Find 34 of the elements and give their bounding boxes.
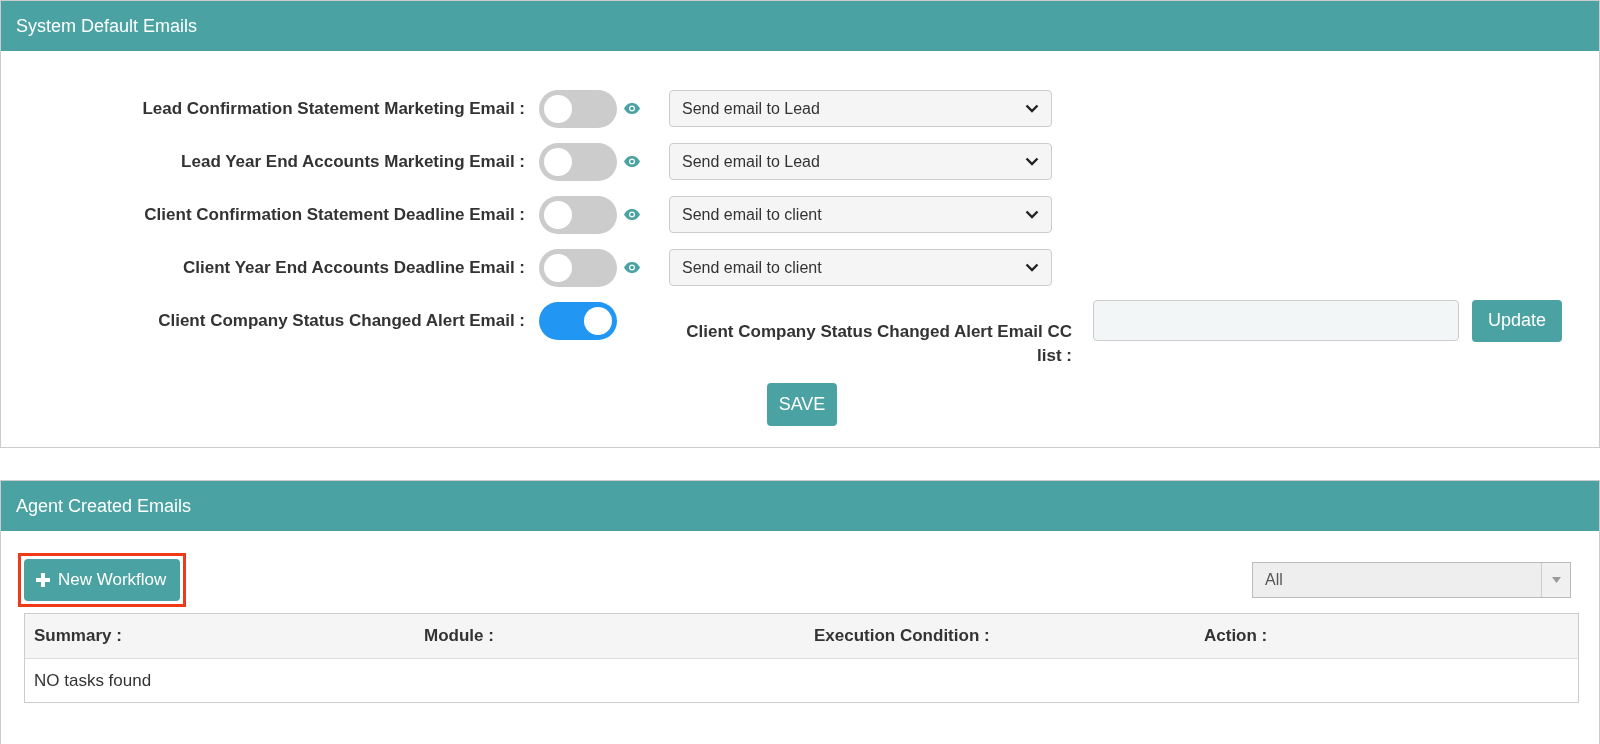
chevron-down-icon: [1025, 210, 1039, 219]
setting-label: Client Confirmation Statement Deadline Email :: [143, 204, 525, 225]
panel-header: System Default Emails: [1, 1, 1599, 51]
column-header: Execution Condition :: [813, 626, 991, 646]
column-header: Module :: [423, 626, 495, 646]
eye-icon: [624, 156, 640, 167]
panel-header: Agent Created Emails: [1, 481, 1599, 531]
recipient-select[interactable]: Send email to Lead: [669, 143, 1052, 180]
chevron-down-icon: [1025, 104, 1039, 113]
cc-list-input[interactable]: [1093, 300, 1459, 341]
recipient-select[interactable]: Send email to Lead: [669, 90, 1052, 127]
caret-down-icon: [1551, 577, 1561, 583]
recipient-select[interactable]: Send email to client: [669, 196, 1052, 233]
setting-label: Lead Confirmation Statement Marketing Email :: [141, 98, 525, 119]
toggle-switch[interactable]: [539, 195, 617, 234]
eye-icon: [624, 262, 640, 273]
toggle-switch[interactable]: [539, 89, 617, 128]
setting-label: Lead Year End Accounts Marketing Email :: [180, 151, 525, 172]
setting-label: Client Year End Accounts Deadline Email :: [182, 257, 525, 278]
toggle-switch[interactable]: [539, 142, 617, 181]
plus-icon: [36, 573, 50, 587]
chevron-down-icon: [1025, 157, 1039, 166]
empty-table-message: NO tasks found: [33, 669, 153, 692]
column-header: Summary :: [33, 626, 123, 646]
eye-icon: [624, 103, 640, 114]
recipient-select[interactable]: Send email to client: [669, 249, 1052, 286]
filter-select[interactable]: All: [1252, 562, 1571, 598]
toggle-switch[interactable]: [539, 301, 617, 340]
setting-label: Client Company Status Changed Alert Email :: [157, 310, 525, 331]
column-header: Action :: [1203, 626, 1269, 646]
eye-icon: [624, 209, 640, 220]
chevron-down-icon: [1025, 263, 1039, 272]
cc-list-label: Client Company Status Changed Alert Email CC list :: [685, 321, 1072, 367]
toggle-switch[interactable]: [539, 248, 617, 287]
